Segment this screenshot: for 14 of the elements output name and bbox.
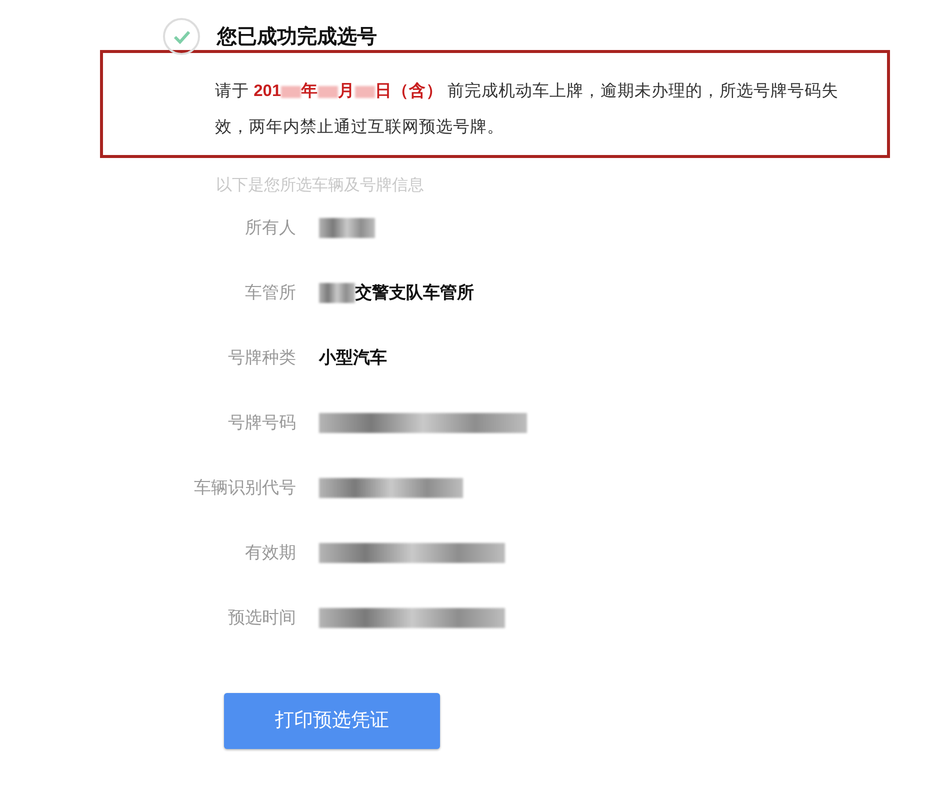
notice-text: 请于 201 年 月 日（含） 前完成机动车上牌，逾期未办理的，所选号牌号码失效，两年内禁止通过互联网预选号牌。 [215,81,840,138]
success-title: 您已成功完成选号 [217,24,377,50]
redaction-blur [319,282,355,302]
redaction-blur [319,218,375,238]
field-label: 所有人 [244,216,296,239]
print-button[interactable]: 打印预选凭证 [224,693,440,749]
field-label: 号牌种类 [227,346,296,369]
field-label: 预选时间 [227,606,296,629]
field-value: 交警支队车管所 [355,282,474,304]
field-label: 有效期 [244,542,296,564]
field-value: 小型汽车 [319,346,387,369]
field-label: 号牌号码 [227,412,296,434]
field-label: 车辆识别代号 [193,476,296,499]
field-label: 车管所 [244,282,296,304]
